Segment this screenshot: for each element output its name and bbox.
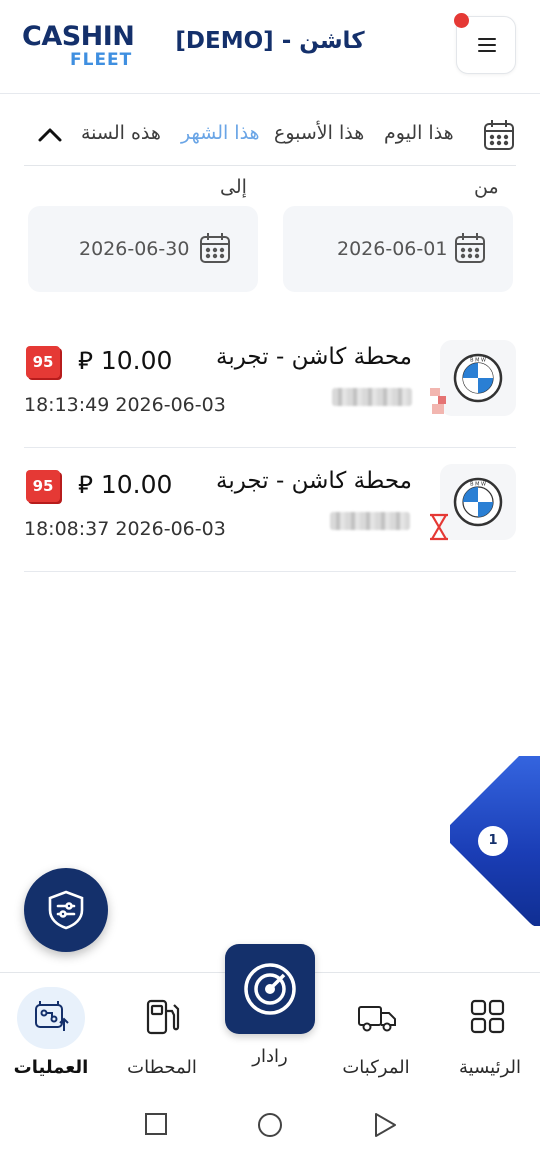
calendar-icon[interactable]	[482, 118, 516, 152]
nav-label: المركبات	[342, 1057, 410, 1078]
logo-subtext: FLEET	[70, 50, 133, 70]
truck-icon	[358, 1006, 396, 1032]
radar-icon	[244, 963, 296, 1015]
svg-text:B M W: B M W	[470, 482, 486, 488]
transaction-row[interactable]: B M W محطة كاشن - تجربة ⃁ 10.00 95 18:13…	[24, 324, 516, 448]
calendar-icon	[200, 233, 230, 263]
transaction-row[interactable]: B M W محطة كاشن - تجربة ⃁ 10.00 95 18:08…	[24, 448, 516, 572]
hamburger-icon	[478, 38, 496, 52]
from-label: من	[474, 176, 499, 198]
tab-this-week[interactable]: هذا الأسبوع	[274, 122, 364, 144]
to-date-field[interactable]: 2026-06-30	[28, 206, 258, 292]
cart-count-badge: 1	[478, 826, 508, 856]
tab-today[interactable]: هذا اليوم	[384, 122, 454, 144]
transaction-timestamp: 18:13:49 2026-06-03	[24, 394, 226, 416]
station-name: محطة كاشن - تجربة	[215, 344, 412, 370]
nav-label: العمليات	[13, 1057, 89, 1078]
chevron-up-icon[interactable]	[36, 122, 64, 146]
from-date-field[interactable]: 2026-06-01	[283, 206, 513, 292]
recent-apps-icon[interactable]	[144, 1112, 168, 1136]
calendar-icon	[455, 233, 485, 263]
from-date-value: 2026-06-01	[337, 238, 448, 260]
redacted-plate	[330, 512, 410, 530]
hourglass-icon	[430, 513, 448, 541]
grid-home-icon	[470, 999, 505, 1034]
tab-this-year[interactable]: هذه السنة	[81, 122, 161, 144]
vehicle-brand-logo: B M W	[440, 464, 516, 540]
app-header: CASHIN FLEET كاشن - [DEMO]	[0, 0, 540, 94]
fuel-type-badge: 95	[26, 470, 60, 502]
cashin-fleet-logo: CASHIN FLEET	[22, 21, 135, 70]
shield-filter-icon	[48, 890, 84, 930]
tab-this-month[interactable]: هذا الشهر	[181, 122, 260, 144]
transaction-timestamp: 18:08:37 2026-06-03	[24, 518, 226, 540]
system-navigation-bar	[0, 1096, 540, 1152]
redacted-plate	[332, 388, 412, 406]
back-triangle-icon[interactable]	[372, 1112, 398, 1138]
fuel-pump-icon	[146, 999, 180, 1035]
page-title: كاشن - [DEMO]	[175, 28, 365, 54]
logo-text: CASHIN	[22, 21, 135, 52]
pending-status-icon	[430, 388, 446, 414]
radar-button[interactable]	[225, 944, 315, 1034]
nav-label: الرئيسية	[459, 1057, 521, 1078]
operations-icon	[35, 1001, 69, 1031]
to-date-value: 2026-06-30	[79, 238, 190, 260]
vehicle-brand-logo: B M W	[440, 340, 516, 416]
bmw-logo-icon: B M W	[453, 353, 503, 403]
nav-operations[interactable]: العمليات	[0, 973, 108, 1097]
home-circle-icon[interactable]	[257, 1112, 283, 1138]
nav-home[interactable]: الرئيسية	[432, 973, 540, 1097]
transaction-amount: ⃁ 10.00	[78, 346, 173, 375]
fuel-type-badge: 95	[26, 346, 60, 378]
nav-stations[interactable]: المحطات	[108, 973, 216, 1097]
station-name: محطة كاشن - تجربة	[215, 468, 412, 494]
transaction-amount: ⃁ 10.00	[78, 470, 173, 499]
svg-text:B M W: B M W	[470, 358, 486, 364]
radar-label: رادار	[252, 1046, 288, 1067]
to-label: إلى	[220, 176, 247, 198]
bmw-logo-icon: B M W	[453, 477, 503, 527]
filter-fab-button[interactable]	[24, 868, 108, 952]
nav-vehicles[interactable]: المركبات	[324, 973, 432, 1097]
period-tabs: هذا اليوم هذا الأسبوع هذا الشهر هذه السن…	[24, 112, 516, 166]
nav-label: المحطات	[127, 1057, 197, 1078]
notification-dot	[454, 13, 469, 28]
